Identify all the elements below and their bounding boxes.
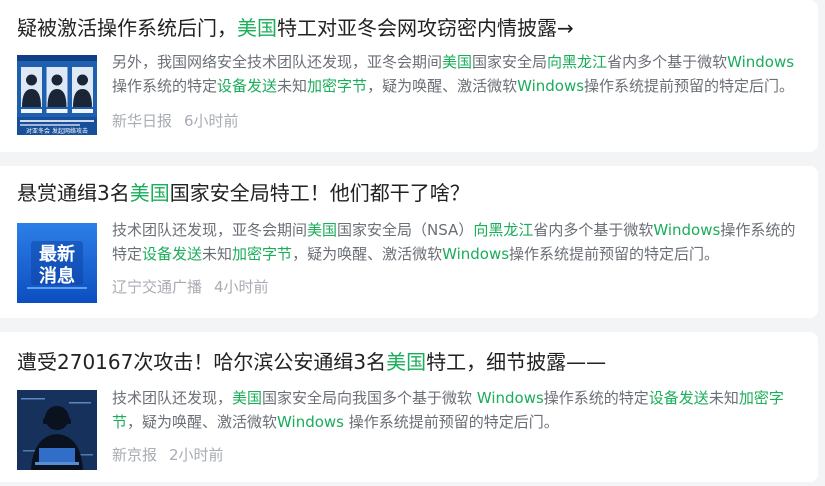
text-segment: ，疑为唤醒、激活微软 bbox=[127, 413, 278, 431]
hacker-silhouette-icon bbox=[17, 390, 97, 470]
text-segment: 操作系统的特定 bbox=[543, 389, 649, 407]
text-segment: 特工对亚冬会网攻窃密内情披露→ bbox=[277, 16, 574, 40]
text-segment: 未知 bbox=[277, 77, 308, 95]
svg-text:对亚冬会 发起网络攻击: 对亚冬会 发起网络攻击 bbox=[26, 127, 88, 135]
svg-text:最新: 最新 bbox=[39, 243, 75, 265]
text-segment: ，疑为唤醒、激活微软 bbox=[292, 245, 443, 263]
highlighted-keyword: 设备发送 bbox=[142, 245, 203, 263]
text-segment: 技术团队还发现， bbox=[112, 389, 233, 407]
highlighted-keyword: 加密字节 bbox=[307, 77, 368, 95]
highlighted-keyword: 设备发送 bbox=[648, 389, 709, 407]
text-segment: 悬赏通缉3名 bbox=[17, 181, 130, 205]
text-segment: 操作系统的特定 bbox=[112, 77, 218, 95]
news-thumbnail[interactable]: 对亚冬会 发起网络攻击 bbox=[17, 55, 97, 135]
text-segment: 省内多个基于微软 bbox=[533, 221, 654, 239]
news-title[interactable]: 疑被激活操作系统后门，美国特工对亚冬会网攻窃密内情披露→ bbox=[17, 14, 808, 42]
news-feed: 疑被激活操作系统后门，美国特工对亚冬会网攻窃密内情披露→ 对亚冬会 发起网络攻击… bbox=[0, 0, 825, 486]
text-segment: 操作系统提前预留的特定后门。 bbox=[509, 245, 720, 263]
highlighted-keyword: 美国 bbox=[232, 389, 263, 407]
news-meta: 新华日报 6小时前 bbox=[112, 110, 239, 132]
text-segment: 技术团队还发现，亚冬会期间 bbox=[112, 221, 308, 239]
svg-text:消息: 消息 bbox=[39, 265, 75, 287]
text-segment: 国家安全局特工！他们都干了啥？ bbox=[169, 181, 470, 205]
news-meta: 辽宁交通广播 4小时前 bbox=[112, 276, 269, 298]
text-segment: 操作系统提前预留的特定后门。 bbox=[584, 77, 795, 95]
text-segment: 未知 bbox=[708, 389, 739, 407]
text-segment: 遭受270167次攻击！哈尔滨公安通缉3名 bbox=[17, 350, 387, 374]
news-snippet: 另外，我国网络安全技术团队还发现，亚冬会期间美国国家安全局向黑龙江省内多个基于微… bbox=[112, 50, 798, 98]
highlighted-keyword: 加密字节 bbox=[232, 245, 293, 263]
news-card[interactable]: 悬赏通缉3名美国国家安全局特工！他们都干了啥？ 最新 消息 技术团队还发现，亚冬… bbox=[0, 166, 818, 318]
news-thumbnail[interactable] bbox=[17, 390, 97, 470]
text-segment: 国家安全局向我国多个基于微软 bbox=[262, 389, 477, 407]
text-segment: 另外，我国网络安全技术团队还发现，亚冬会期间 bbox=[112, 53, 443, 71]
highlighted-keyword: Windows bbox=[517, 77, 585, 95]
text-segment: 国家安全局（NSA） bbox=[337, 221, 474, 239]
agents-wanted-poster-icon: 对亚冬会 发起网络攻击 bbox=[17, 55, 97, 135]
highlighted-keyword: 向黑龙江 bbox=[547, 53, 608, 71]
news-meta: 新京报 2小时前 bbox=[112, 444, 224, 466]
news-thumbnail[interactable]: 最新 消息 bbox=[17, 223, 97, 303]
highlighted-keyword: Windows bbox=[727, 53, 795, 71]
news-time: 2小时前 bbox=[169, 446, 224, 464]
breaking-news-badge-icon: 最新 消息 bbox=[17, 223, 97, 303]
highlighted-keyword: Windows bbox=[653, 221, 721, 239]
news-snippet: 技术团队还发现，美国国家安全局向我国多个基于微软 Windows操作系统的特定设… bbox=[112, 386, 798, 434]
news-card[interactable]: 遭受270167次攻击！哈尔滨公安通缉3名美国特工，细节披露—— 技术团队还发现… bbox=[0, 332, 818, 482]
text-segment: 未知 bbox=[202, 245, 233, 263]
news-source: 辽宁交通广播 bbox=[112, 278, 203, 296]
highlighted-keyword: 美国 bbox=[307, 221, 338, 239]
text-segment: ，疑为唤醒、激活微软 bbox=[367, 77, 518, 95]
news-card[interactable]: 疑被激活操作系统后门，美国特工对亚冬会网攻窃密内情披露→ 对亚冬会 发起网络攻击… bbox=[0, 0, 818, 152]
highlighted-keyword: 美国 bbox=[442, 53, 473, 71]
text-segment: 疑被激活操作系统后门， bbox=[17, 16, 237, 40]
news-time: 4小时前 bbox=[214, 278, 269, 296]
news-snippet: 技术团队还发现，亚冬会期间美国国家安全局（NSA）向黑龙江省内多个基于微软Win… bbox=[112, 218, 798, 266]
highlighted-keyword: Windows bbox=[277, 413, 344, 431]
highlighted-keyword: 设备发送 bbox=[217, 77, 278, 95]
news-source: 新京报 bbox=[112, 446, 158, 464]
highlighted-keyword: Windows bbox=[442, 245, 510, 263]
highlighted-keyword: Windows bbox=[476, 389, 544, 407]
highlighted-keyword: 美国 bbox=[129, 181, 170, 205]
highlighted-keyword: 美国 bbox=[237, 16, 277, 40]
text-segment: 省内多个基于微软 bbox=[607, 53, 728, 71]
text-segment: 特工，细节披露—— bbox=[426, 350, 607, 374]
highlighted-keyword: 向黑龙江 bbox=[473, 221, 534, 239]
text-segment: 操作系统提前预留的特定后门。 bbox=[344, 413, 559, 431]
news-time: 6小时前 bbox=[184, 112, 239, 130]
highlighted-keyword: 美国 bbox=[386, 350, 427, 374]
news-title[interactable]: 悬赏通缉3名美国国家安全局特工！他们都干了啥？ bbox=[17, 179, 808, 207]
text-segment: 国家安全局 bbox=[472, 53, 548, 71]
news-title[interactable]: 遭受270167次攻击！哈尔滨公安通缉3名美国特工，细节披露—— bbox=[17, 348, 808, 376]
news-source: 新华日报 bbox=[112, 112, 173, 130]
